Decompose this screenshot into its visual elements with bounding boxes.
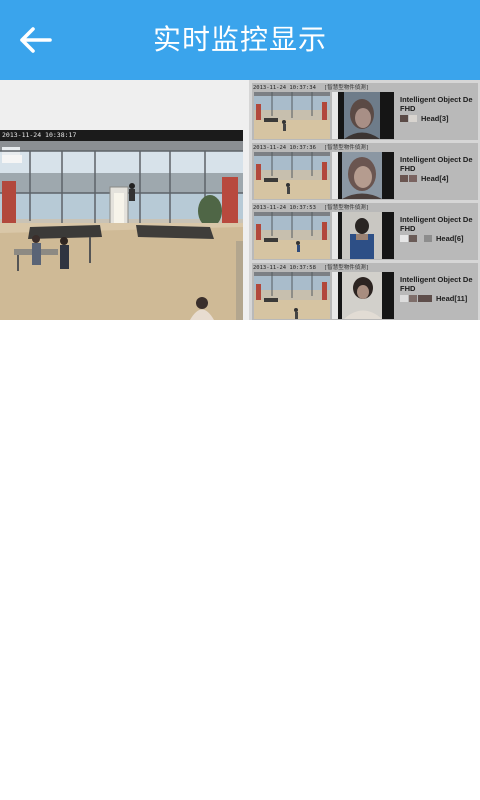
detection-title: Intelligent Object De	[400, 155, 473, 164]
head-label: Head[4]	[421, 174, 449, 183]
detection-item[interactable]: 2013-11-24 10:37:58 [智慧型物件偵測] Intelligent	[252, 263, 478, 320]
detection-face-image	[332, 92, 394, 139]
detection-item[interactable]: 2013-11-24 10:37:36 [智慧型物件偵測] Intelligent	[252, 143, 478, 200]
detection-scene-image	[254, 92, 330, 139]
color-swatch	[400, 235, 408, 242]
color-swatch	[409, 295, 417, 302]
detection-timestamp: 2013-11-24 10:37:53	[253, 205, 316, 211]
color-swatch	[418, 295, 432, 302]
detection-tag: [智慧型物件偵測]	[323, 265, 370, 271]
main-camera-view[interactable]: 2013-11-24 10:38:17	[0, 130, 243, 320]
detection-subtitle: FHD	[400, 224, 416, 233]
detection-title: Intelligent Object De	[400, 275, 473, 284]
detection-tag: [智慧型物件偵測]	[323, 85, 370, 91]
color-swatch	[400, 295, 408, 302]
detection-subtitle: FHD	[400, 104, 416, 113]
head-label: Head[3]	[421, 114, 449, 123]
detection-timestamp: 2013-11-24 10:37:58	[253, 265, 316, 271]
head-label: Head[11]	[436, 294, 468, 303]
color-swatch	[400, 115, 408, 122]
detection-scene-image	[254, 212, 330, 259]
color-swatch	[409, 235, 417, 242]
detection-title: Intelligent Object De	[400, 95, 473, 104]
detection-subtitle: FHD	[400, 164, 416, 173]
detection-face-image	[332, 272, 394, 319]
detection-title: Intelligent Object De	[400, 215, 473, 224]
detection-face-image	[332, 212, 394, 259]
detection-scene-image	[254, 152, 330, 199]
detection-item[interactable]: 2013-11-24 10:37:53 [智慧型物件偵測] Intelligent	[252, 203, 478, 260]
color-swatch	[400, 175, 408, 182]
detection-thumbnail-list: 2013-11-24 10:37:34 [智慧型物件偵測] Intelligent	[249, 80, 480, 320]
color-swatch	[409, 175, 417, 182]
live-monitor-area: 2013-11-24 10:38:17 2013-11-24 10:37:34 …	[0, 80, 480, 320]
head-label: Head[6]	[436, 234, 464, 243]
color-swatch	[424, 235, 432, 242]
detection-timestamp: 2013-11-24 10:37:34	[253, 85, 316, 91]
app-bar: 实时监控显示	[0, 0, 480, 80]
color-swatch	[409, 115, 417, 122]
page-title: 实时监控显示	[152, 23, 327, 56]
detection-scene-image	[254, 272, 330, 319]
camera-timestamp: 2013-11-24 10:38:17	[0, 130, 243, 141]
detection-item[interactable]: 2013-11-24 10:37:34 [智慧型物件偵測] Intelligent	[252, 83, 478, 140]
detection-face-image	[332, 152, 394, 199]
detection-timestamp: 2013-11-24 10:37:36	[253, 145, 316, 151]
camera-scene-image	[0, 141, 243, 320]
detection-tag: [智慧型物件偵測]	[323, 145, 370, 151]
detection-subtitle: FHD	[400, 284, 416, 293]
detection-tag: [智慧型物件偵測]	[323, 205, 370, 211]
